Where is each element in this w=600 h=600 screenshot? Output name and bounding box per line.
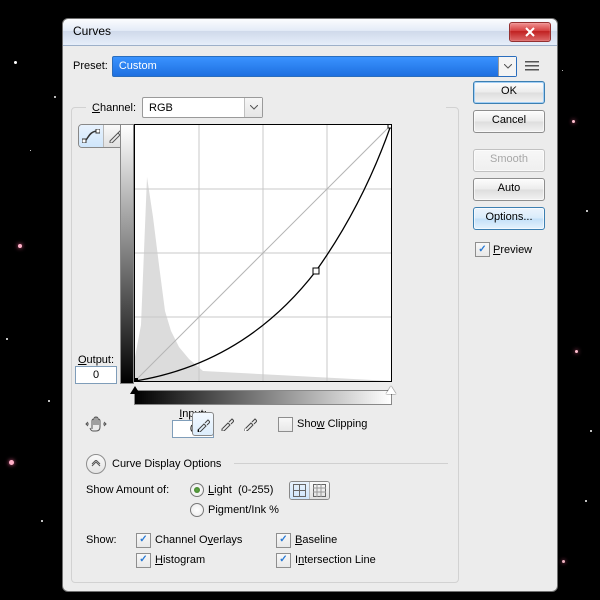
- channel-overlays-checkbox[interactable]: [136, 533, 151, 548]
- channel-overlays-label: Channel Overlays: [155, 534, 242, 546]
- divider: [234, 463, 448, 464]
- grid-coarse[interactable]: [290, 482, 310, 499]
- curve-point-mid[interactable]: [313, 268, 319, 274]
- titlebar[interactable]: Curves: [63, 19, 557, 46]
- preview-checkbox[interactable]: [475, 242, 490, 257]
- eyedropper-group: [192, 412, 260, 436]
- ok-button[interactable]: OK: [473, 81, 545, 104]
- curve-point-shadow[interactable]: [135, 378, 138, 381]
- smooth-button: Smooth: [473, 149, 545, 172]
- eyedropper-icon: [196, 416, 210, 432]
- gray-eyedropper[interactable]: [217, 412, 237, 434]
- light-radio-label: Light (0-255): [208, 484, 273, 496]
- hand-icon: [85, 415, 107, 433]
- grid-size-toggle: [289, 481, 330, 500]
- grid-icon: [313, 484, 326, 497]
- scrubby-tool[interactable]: [82, 412, 110, 436]
- baseline-label: Baseline: [295, 534, 337, 546]
- cancel-button[interactable]: Cancel: [473, 110, 545, 133]
- histogram-checkbox[interactable]: [136, 553, 151, 568]
- close-button[interactable]: [509, 22, 551, 42]
- show-label: Show:: [86, 534, 136, 546]
- baseline-checkbox[interactable]: [276, 533, 291, 548]
- eyedropper-icon: [243, 415, 257, 431]
- curve-point-highlight[interactable]: [388, 125, 391, 128]
- curve-point-tool[interactable]: [79, 125, 104, 147]
- chevron-down-icon: [244, 98, 262, 117]
- grid-fine[interactable]: [310, 482, 329, 499]
- output-gradient: [120, 124, 134, 384]
- black-eyedropper[interactable]: [192, 412, 214, 436]
- channel-label: Channel:: [92, 102, 136, 114]
- preset-label: Preset:: [73, 60, 108, 72]
- pigment-radio[interactable]: [190, 503, 204, 517]
- curve-display-label: Curve Display Options: [112, 458, 221, 470]
- input-gradient: [134, 390, 392, 405]
- preview-label: Preview: [493, 244, 532, 256]
- options-button[interactable]: Options...: [473, 207, 545, 230]
- preset-menu-button[interactable]: [520, 55, 544, 77]
- intersection-label: Intersection Line: [295, 554, 376, 566]
- grid-icon: [293, 484, 306, 497]
- input-gradient-slider[interactable]: [134, 390, 392, 405]
- light-radio[interactable]: [190, 483, 204, 497]
- chevron-down-icon: [498, 57, 516, 76]
- chevron-up-icon: [91, 460, 101, 468]
- menu-icon: [525, 60, 539, 72]
- curve-icon: [82, 129, 100, 143]
- white-eyedropper[interactable]: [240, 412, 260, 434]
- channel-value: RGB: [149, 102, 173, 114]
- toggle-display-options[interactable]: [86, 454, 106, 474]
- eyedropper-icon: [220, 415, 234, 431]
- histogram-label: Histogram: [155, 554, 205, 566]
- black-point-slider[interactable]: [130, 386, 140, 394]
- auto-button[interactable]: Auto: [473, 178, 545, 201]
- pigment-radio-label: Pigment/Ink %: [208, 504, 279, 516]
- window-title: Curves: [73, 24, 111, 38]
- channel-select[interactable]: RGB: [142, 97, 263, 118]
- show-clipping-checkbox[interactable]: [278, 417, 293, 432]
- preset-select[interactable]: Custom: [112, 56, 517, 77]
- curve-graph[interactable]: [134, 124, 392, 382]
- preset-value: Custom: [119, 60, 157, 72]
- output-field[interactable]: 0: [75, 366, 117, 384]
- white-point-slider[interactable]: [386, 386, 396, 394]
- show-amount-label: Show Amount of:: [86, 484, 186, 496]
- main-panel: Channel: RGB: [71, 107, 459, 583]
- show-clipping-label: Show Clipping: [297, 418, 367, 430]
- curves-dialog: Curves Preset: Custom OK Ca: [62, 18, 558, 592]
- output-label: Output:: [74, 354, 118, 366]
- intersection-checkbox[interactable]: [276, 553, 291, 568]
- close-icon: [524, 27, 536, 37]
